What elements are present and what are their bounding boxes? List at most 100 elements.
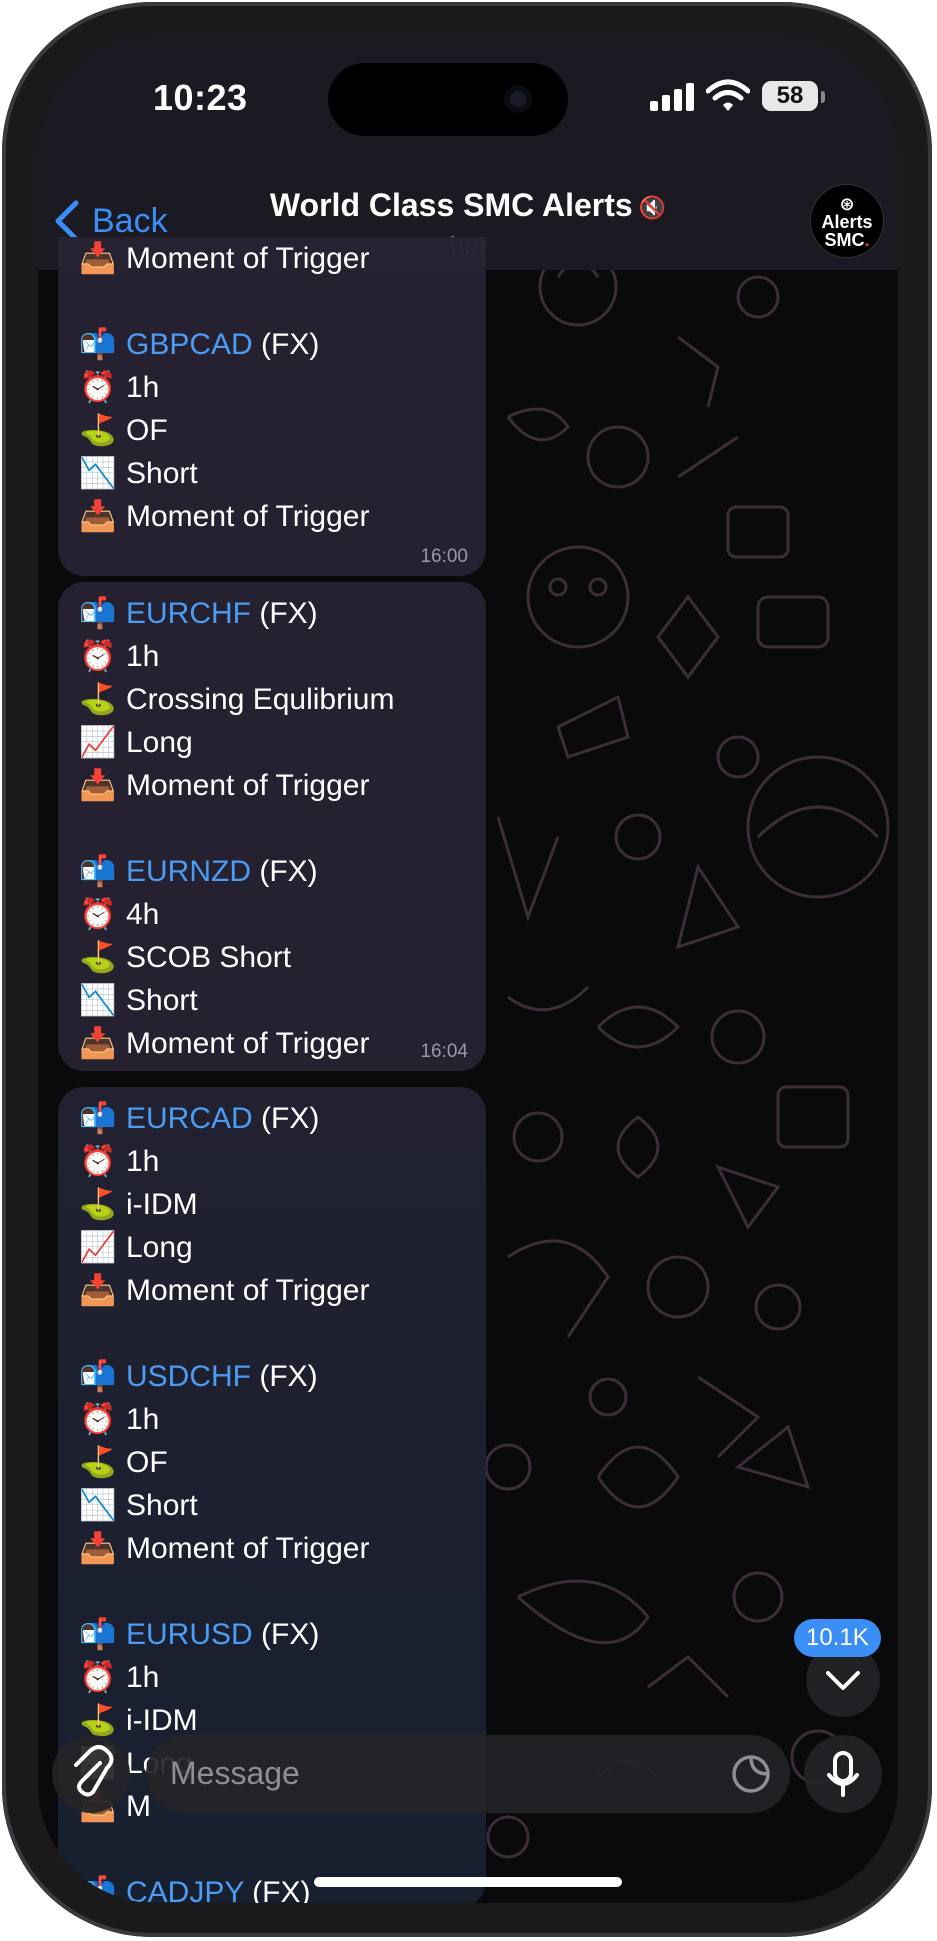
line-text: (FX) <box>251 1360 318 1393</box>
symbol-link[interactable]: CADJPY <box>126 1876 244 1903</box>
emoji-icon: 📬 <box>79 597 117 630</box>
emoji-icon: 📬 <box>79 328 117 361</box>
emoji-icon: ⛳ <box>79 941 117 974</box>
symbol-link[interactable]: USDCHF <box>126 1360 251 1393</box>
emoji-icon: 📥 <box>79 500 117 533</box>
line-text: 4h <box>126 898 160 931</box>
message-line: 📉 Short <box>78 1486 198 1526</box>
line-text: (FX) <box>251 597 318 630</box>
line-text: (FX) <box>252 1102 320 1135</box>
avatar-text-1: Alerts <box>821 212 873 232</box>
line-text: SCOB Short <box>126 941 292 974</box>
message-line: 📉 Short <box>78 454 197 494</box>
message-timestamp: 16:04 <box>420 1041 468 1062</box>
emoji-icon: 📉 <box>79 984 117 1017</box>
emoji-icon: 📉 <box>79 457 117 490</box>
line-text: Moment of Trigger <box>126 242 370 275</box>
line-text: Short <box>126 1489 198 1522</box>
line-text: Long <box>126 1231 193 1264</box>
message-line: ⛳ SCOB Short <box>78 938 291 978</box>
chat-title[interactable]: World Class SMC Alerts 🔇 <box>38 187 898 224</box>
message-bubble[interactable]: 📬 EURCHF (FX) ⏰ 1h ⛳ Crossing Equlibrium 📈 Long… <box>58 582 486 1071</box>
line-text: 1h <box>126 1661 160 1694</box>
avatar[interactable]: ⊛ Alerts SMC. <box>810 184 884 258</box>
symbol-link[interactable]: EURNZD <box>126 855 251 888</box>
line-text: Moment of Trigger <box>126 1027 370 1060</box>
message-timestamp: 16:00 <box>420 546 468 567</box>
message-line: 📥 Moment of Trigger <box>78 1271 369 1311</box>
message-line: 📥 Moment of Trigger <box>78 1024 369 1064</box>
message-line: 📥 Moment of Trigger <box>78 766 369 806</box>
emoji-icon: 📬 <box>79 1618 117 1651</box>
emoji-icon: ⏰ <box>79 371 117 404</box>
emoji-icon: ⛳ <box>79 1446 117 1479</box>
message-line: ⛳ OF <box>78 411 168 451</box>
battery-tip <box>821 91 825 103</box>
emoji-icon: ⏰ <box>79 898 117 931</box>
avatar-logo-icon: ⊛ <box>839 194 855 214</box>
symbol-link[interactable]: EURCAD <box>126 1102 253 1135</box>
emoji-icon: ⛳ <box>79 683 117 716</box>
line-text: Moment of Trigger <box>126 500 370 533</box>
line-text: Long <box>126 726 193 759</box>
line-text: i-IDM <box>126 1704 198 1737</box>
message-placeholder: Message <box>170 1755 300 1791</box>
muted-icon: 🔇 <box>638 194 667 220</box>
emoji-icon: 📈 <box>79 1231 117 1264</box>
unread-count-badge: 10.1K <box>794 1619 881 1657</box>
line-text: OF <box>126 414 168 447</box>
line-text: i-IDM <box>126 1188 198 1221</box>
attach-button[interactable] <box>52 1735 130 1813</box>
symbol-line: 📬 USDCHF (FX) <box>78 1357 318 1397</box>
line-text: Crossing Equlibrium <box>126 683 395 716</box>
emoji-icon: ⏰ <box>79 1145 117 1178</box>
phone-mockup: 10:23 58 Back World Class SMC Alerts 🔇 ⊛… <box>0 0 937 1941</box>
emoji-icon: 📥 <box>79 1532 117 1565</box>
symbol-line: 📬 EURUSD (FX) <box>78 1615 319 1655</box>
voice-record-button[interactable] <box>804 1735 882 1813</box>
symbol-line: 📬 CADJPY (FX) <box>78 1873 310 1903</box>
symbol-link[interactable]: GBPCAD <box>126 328 253 361</box>
message-line: ⏰ 1h <box>78 1658 159 1698</box>
emoji-icon: 📈 <box>79 726 117 759</box>
emoji-icon: 📬 <box>79 1876 117 1903</box>
message-line: ⏰ 1h <box>78 1142 159 1182</box>
symbol-link[interactable]: EURUSD <box>126 1618 253 1651</box>
message-line: ⛳ i-IDM <box>78 1185 198 1225</box>
sticker-icon[interactable] <box>730 1753 772 1795</box>
emoji-icon: 📉 <box>79 1489 117 1522</box>
paperclip-icon <box>74 1745 114 1797</box>
symbol-line: 📬 EURCAD (FX) <box>78 1099 319 1139</box>
line-text: 1h <box>126 640 160 673</box>
message-line: ⏰ 1h <box>78 368 159 408</box>
emoji-icon: 📬 <box>79 1360 117 1393</box>
symbol-line: 📬 EURCHF (FX) <box>78 594 318 634</box>
dynamic-island <box>328 63 568 136</box>
avatar-text-2: SMC <box>824 230 865 250</box>
wifi-icon <box>706 79 750 111</box>
emoji-icon: ⛳ <box>79 1188 117 1221</box>
message-line: 📈 Long <box>78 723 193 763</box>
line-text: (FX) <box>252 328 320 361</box>
line-text: 1h <box>126 1403 160 1436</box>
line-text: (FX) <box>252 1618 320 1651</box>
message-line: ⏰ 1h <box>78 637 159 677</box>
message-input[interactable]: Message <box>146 1735 790 1813</box>
status-bar: 10:23 58 <box>38 37 898 187</box>
symbol-line: 📬 EURNZD (FX) <box>78 852 317 892</box>
line-text: 1h <box>126 1145 160 1178</box>
message-bubble[interactable]: 📥 Moment of Trigger 📬 GBPCAD (FX) ⏰ 1h ⛳ OF 📉 Sho… <box>58 237 486 576</box>
cellular-signal-icon <box>650 83 694 111</box>
screen: 10:23 58 Back World Class SMC Alerts 🔇 ⊛… <box>38 37 898 1903</box>
line-text: (FX) <box>243 1876 311 1903</box>
message-line: 📉 Short <box>78 981 198 1021</box>
camera-icon <box>504 85 532 113</box>
message-line: ⛳ Crossing Equlibrium <box>78 680 394 720</box>
chat-title-text: World Class SMC Alerts <box>269 187 633 223</box>
symbol-link[interactable]: EURCHF <box>126 597 251 630</box>
line-text: Short <box>126 984 198 1017</box>
microphone-icon <box>827 1751 859 1797</box>
emoji-icon: 📬 <box>79 1102 117 1135</box>
message-line: ⛳ OF <box>78 1443 167 1483</box>
symbol-line: 📬 GBPCAD (FX) <box>78 325 319 365</box>
